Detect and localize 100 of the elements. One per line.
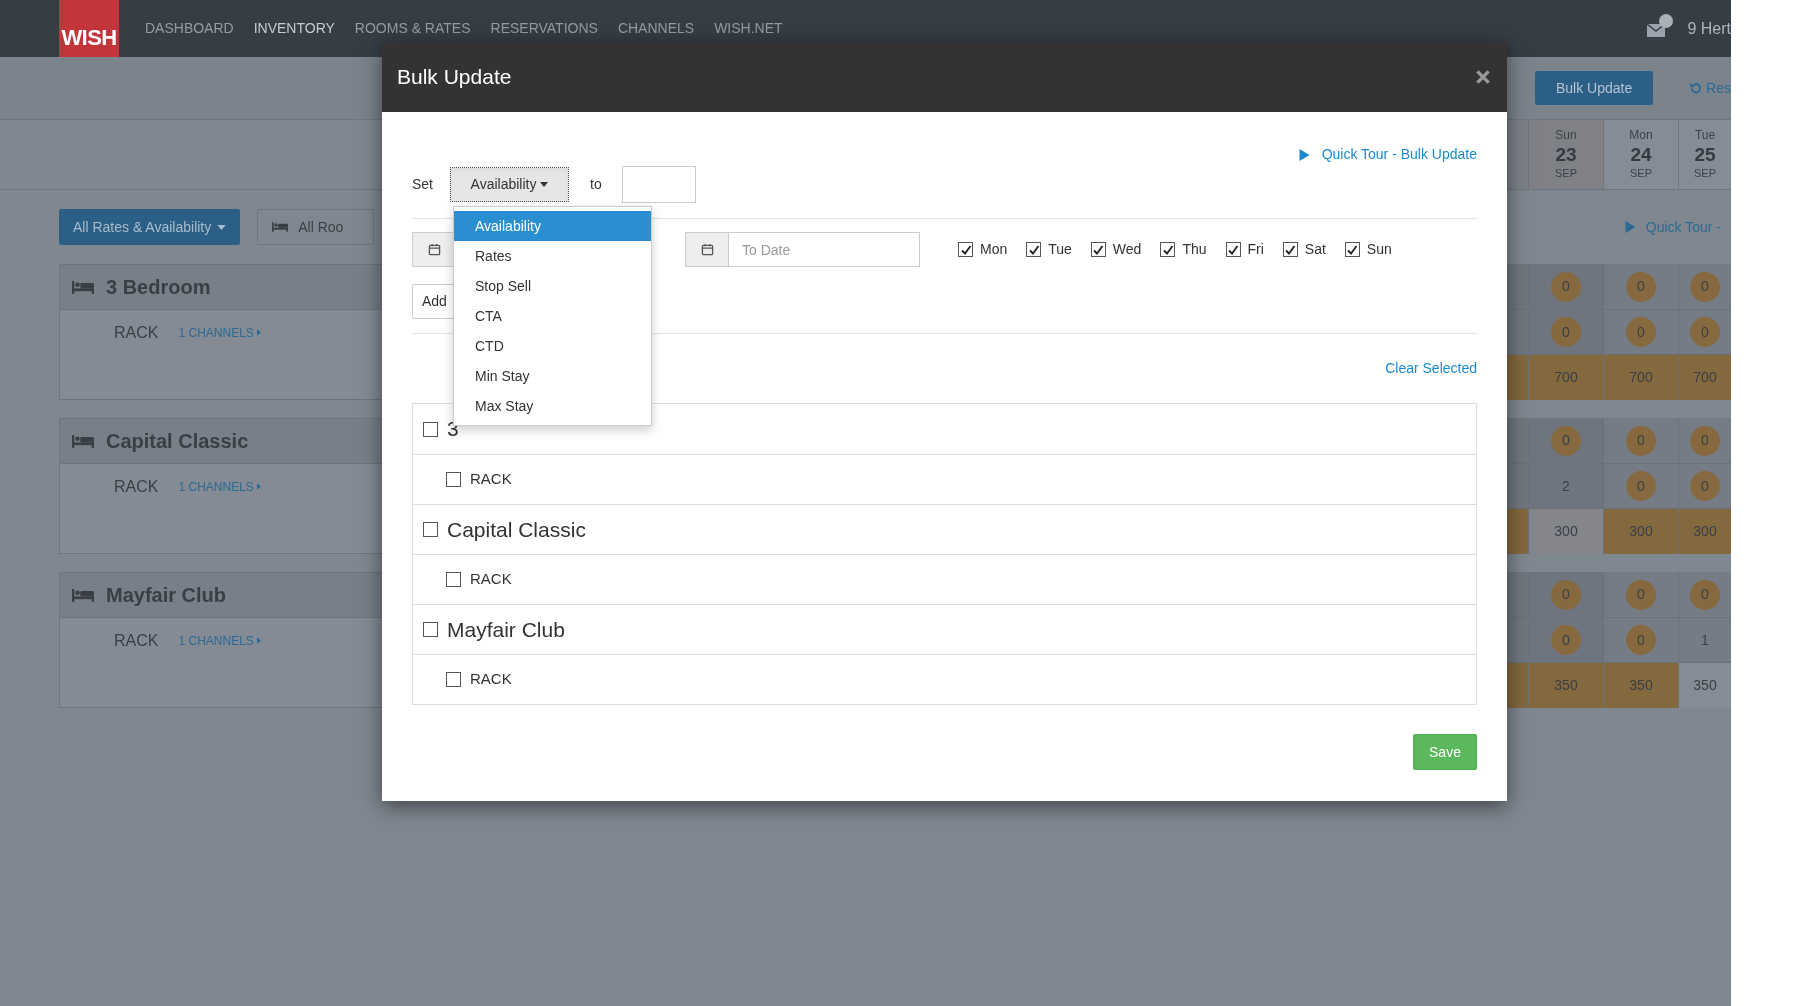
quick-tour-link[interactable]: Quick Tour - Bulk Update [1321,144,1477,165]
rate-name: RACK [114,322,159,343]
rate-name: RACK [470,669,512,690]
bed-icon [272,222,289,232]
menu-item[interactable]: CTD [454,331,651,361]
count-badge: 0 [1551,317,1581,347]
nav-link[interactable]: DASHBOARD [145,18,234,39]
to-date-input[interactable]: To Date [729,232,920,267]
day-number: 23 [1555,143,1577,167]
calendar-icon [700,243,714,256]
count-badge: 0 [1690,271,1720,302]
count-badge: 0 [1626,271,1656,302]
room-name: Capital Classic [447,516,586,543]
count-badge: 0 [1626,317,1656,347]
checkbox[interactable] [446,472,461,487]
value-input[interactable] [621,165,696,203]
count-badge: 0 [1626,425,1656,456]
rates-filter-dropdown[interactable]: All Rates & Availability [59,209,241,245]
menu-item[interactable]: Min Stay [454,361,651,391]
weekday-label: Tue [1048,240,1072,259]
bed-icon [72,434,94,448]
nav-link[interactable]: ROOMS & RATES [354,18,471,39]
bulk-update-button[interactable]: Bulk Update [1535,71,1654,105]
checkbox[interactable] [446,572,461,587]
count-badge: 0 [1551,579,1581,610]
menu-item[interactable]: CTA [454,301,651,331]
checkbox[interactable] [423,421,438,437]
calendar-button[interactable] [685,232,729,267]
day-number: 25 [1694,143,1716,167]
price-cell: 300 [1528,509,1603,554]
month-label: SEP [1694,167,1716,181]
checkbox[interactable] [446,672,461,687]
logo[interactable]: WISH [59,0,119,57]
checkbox[interactable] [1282,242,1298,257]
save-button[interactable]: Save [1413,734,1477,770]
calendar-icon [427,243,441,256]
caret-icon [256,483,261,490]
field-select[interactable]: Availability [450,166,569,202]
play-icon [1298,148,1310,161]
nav-link[interactable]: INVENTORY [253,18,335,39]
caret-icon [256,329,261,336]
weekday-label: Sat [1304,240,1326,259]
mail-icon[interactable] [1647,13,1674,38]
month-label: SEP [1555,167,1577,181]
price-cell: 350 [1678,663,1731,708]
checkbox[interactable] [1225,242,1241,257]
caret-icon [256,637,261,644]
room-name: Capital Classic [106,429,249,454]
room-name: 3 Bedroom [106,275,211,300]
menu-item[interactable]: Availability [454,211,651,241]
count-text: 2 [1562,476,1570,496]
weekday-label: Sun [1366,240,1392,259]
count-badge: 0 [1626,625,1656,655]
checkbox[interactable] [1344,242,1360,257]
calendar-button[interactable] [412,232,456,267]
count-badge: 0 [1551,625,1581,655]
nav-link[interactable]: RESERVATIONS [490,18,598,39]
clear-selected-link[interactable]: Clear Selected [1385,357,1477,379]
bed-icon [72,588,94,602]
weekday-label: Mon [980,240,1008,259]
checkbox[interactable] [1160,242,1176,257]
checkbox[interactable] [423,622,438,637]
close-button[interactable] [1474,68,1492,86]
weekday-label: Fri [1247,240,1264,259]
rate-name: RACK [470,469,512,490]
menu-item[interactable]: Max Stay [454,391,651,421]
price-cell: 300 [1603,509,1678,554]
checkbox[interactable] [423,522,438,537]
caret-icon [540,181,549,187]
count-badge: 0 [1690,579,1720,610]
caret-icon [217,224,227,230]
weekday-label: Wed [1112,240,1142,259]
price-cell [1507,509,1528,554]
nav-link[interactable]: WISH.NET [714,18,783,39]
play-icon [1624,221,1636,233]
dialog-title: Bulk Update [397,64,512,91]
checkbox[interactable] [1026,242,1042,257]
count-badge: 0 [1626,471,1656,501]
rate-name: RACK [114,630,159,651]
checkbox[interactable] [1090,242,1106,257]
day-number: 24 [1630,143,1652,167]
room-name: Mayfair Club [447,616,565,643]
checkbox[interactable] [958,242,973,257]
price-cell: 700 [1603,355,1678,400]
count-text: 1 [1701,630,1709,650]
price-cell: 700 [1528,355,1603,400]
month-label: SEP [1630,167,1652,181]
user-name[interactable]: 9 Hert [1687,16,1731,41]
bed-icon [72,280,94,294]
weekday-label: Mon [1629,128,1653,144]
nav-link[interactable]: CHANNELS [617,18,695,39]
menu-item[interactable]: Rates [454,241,651,271]
count-badge: 0 [1551,425,1581,456]
room-name: Mayfair Club [106,583,227,608]
price-cell: 300 [1678,509,1731,554]
count-badge: 0 [1690,317,1720,347]
menu-item[interactable]: Stop Sell [454,271,651,301]
rooms-filter-button[interactable]: All Roo [257,209,375,245]
count-badge: 0 [1551,271,1581,302]
rate-name: RACK [114,476,159,497]
